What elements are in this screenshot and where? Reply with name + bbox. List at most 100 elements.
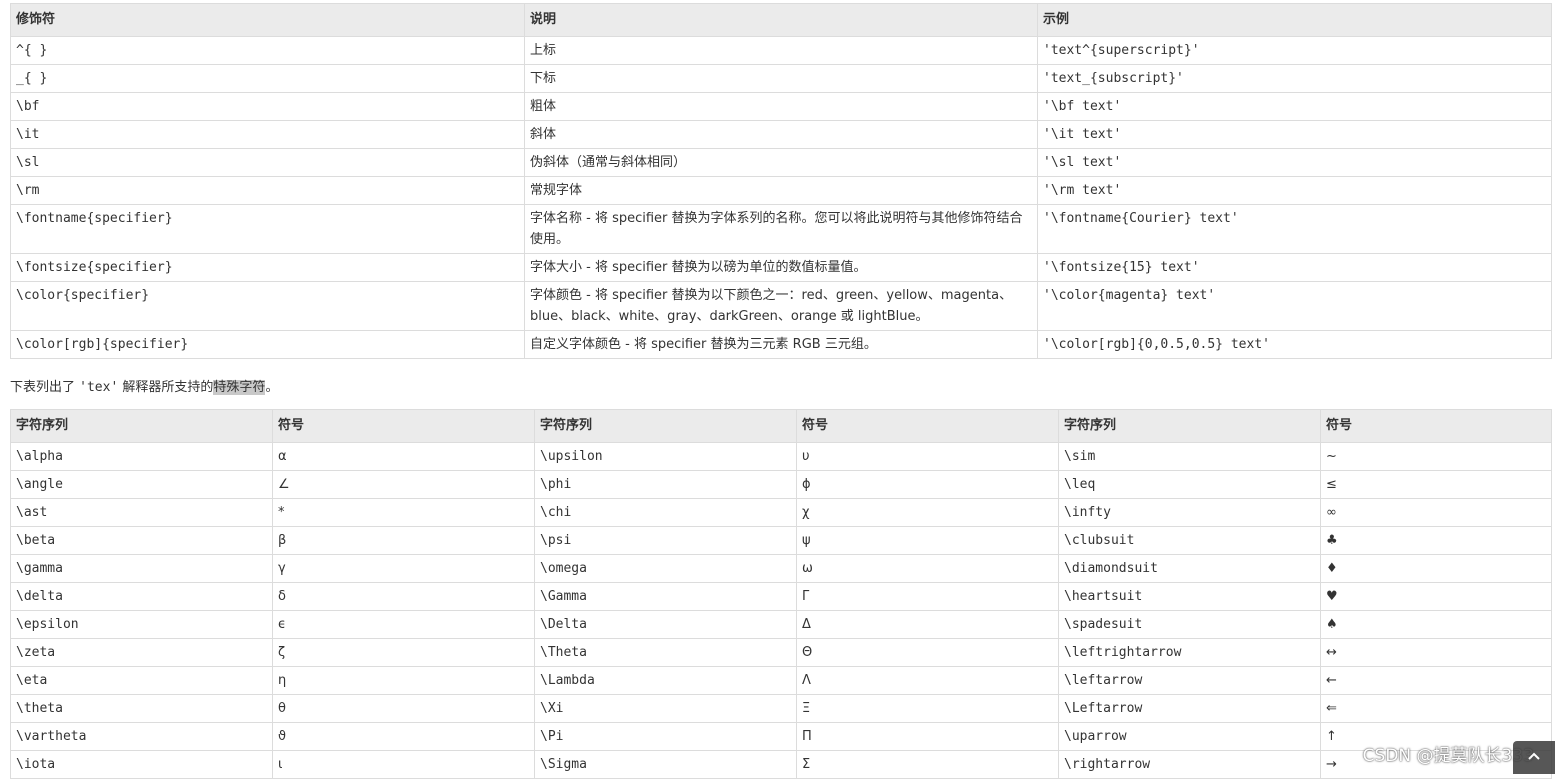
modifier-cell: \sl	[10, 148, 525, 177]
column-header: 修饰符	[10, 3, 525, 37]
column-header: 字符序列	[534, 409, 797, 443]
symbol-cell: Π	[796, 722, 1059, 751]
char-sequence-cell: \Gamma	[534, 582, 797, 611]
char-sequence-cell: \leftarrow	[1058, 666, 1321, 695]
symbol-cell: ∞	[1320, 498, 1552, 527]
modifier-cell: \fontsize{specifier}	[10, 253, 525, 282]
symbol-cell: ♠	[1320, 610, 1552, 639]
char-sequence-cell: \vartheta	[10, 722, 273, 751]
char-sequence-cell: \psi	[534, 526, 797, 555]
char-sequence-cell: \chi	[534, 498, 797, 527]
symbol-cell: ~	[1320, 442, 1552, 471]
char-sequence-cell: \spadesuit	[1058, 610, 1321, 639]
char-sequence-cell: \alpha	[10, 442, 273, 471]
modifier-cell: \rm	[10, 176, 525, 205]
table-row: \epsilon ϵ \Delta Δ \spadesuit ♠	[10, 610, 1552, 639]
table-header-row: 字符序列 符号 字符序列 符号 字符序列 符号	[10, 409, 1552, 443]
symbol-cell: θ	[272, 694, 535, 723]
symbol-cell: Δ	[796, 610, 1059, 639]
column-header: 说明	[524, 3, 1038, 37]
example-cell: '\fontname{Courier} text'	[1037, 204, 1552, 254]
table-row: \alpha α \upsilon υ \sim ~	[10, 442, 1552, 471]
symbol-cell: α	[272, 442, 535, 471]
description-cell: 字体名称 - 将 specifier 替换为字体系列的名称。您可以将此说明符与其…	[524, 204, 1038, 254]
modifier-cell: \it	[10, 120, 525, 149]
char-sequence-cell: \iota	[10, 750, 273, 779]
example-cell: 'text_{subscript}'	[1037, 64, 1552, 93]
char-sequence-cell: \infty	[1058, 498, 1321, 527]
column-header: 符号	[272, 409, 535, 443]
symbol-cell: β	[272, 526, 535, 555]
inline-code: 'tex'	[79, 380, 119, 395]
char-sequence-cell: \Lambda	[534, 666, 797, 695]
char-sequence-cell: \Delta	[534, 610, 797, 639]
description-cell: 字体大小 - 将 specifier 替换为以磅为单位的数值标量值。	[524, 253, 1038, 282]
description-cell: 常规字体	[524, 176, 1038, 205]
char-sequence-cell: \Xi	[534, 694, 797, 723]
description-cell: 下标	[524, 64, 1038, 93]
description-cell: 自定义字体颜色 - 将 specifier 替换为三元素 RGB 三元组。	[524, 330, 1038, 359]
example-cell: '\it text'	[1037, 120, 1552, 149]
table-row: \ast * \chi χ \infty ∞	[10, 498, 1552, 527]
modifier-cell: \fontname{specifier}	[10, 204, 525, 254]
example-cell: '\rm text'	[1037, 176, 1552, 205]
symbol-cell: ≤	[1320, 470, 1552, 499]
modifier-cell: \color[rgb]{specifier}	[10, 330, 525, 359]
table-row: \color{specifier} 字体颜色 - 将 specifier 替换为以…	[10, 281, 1552, 331]
table-row: \sl 伪斜体（通常与斜体相同） '\sl text'	[10, 148, 1552, 177]
symbol-cell: ♥	[1320, 582, 1552, 611]
symbol-cell: ϵ	[272, 610, 535, 639]
char-sequence-cell: \omega	[534, 554, 797, 583]
symbol-cell: δ	[272, 582, 535, 611]
table-row: _{ } 下标'text_{subscript}'	[10, 64, 1552, 93]
char-sequence-cell: \Leftarrow	[1058, 694, 1321, 723]
column-header: 符号	[796, 409, 1059, 443]
highlighted-text: 特殊字符	[213, 380, 266, 395]
symbol-cell: ϑ	[272, 722, 535, 751]
table-row: \delta δ \Gamma Γ \heartsuit ♥	[10, 582, 1552, 611]
char-sequence-cell: \Sigma	[534, 750, 797, 779]
symbol-cell: ψ	[796, 526, 1059, 555]
char-sequence-cell: \leftrightarrow	[1058, 638, 1321, 667]
symbol-cell: χ	[796, 498, 1059, 527]
table-row: \color[rgb]{specifier} 自定义字体颜色 - 将 specif…	[10, 330, 1552, 359]
char-sequence-cell: \Pi	[534, 722, 797, 751]
paragraph-text: 解释器所支持的	[118, 380, 214, 395]
back-to-top-button[interactable]	[1513, 741, 1555, 774]
symbol-cell: ω	[796, 554, 1059, 583]
special-characters-table: 字符序列 符号 字符序列 符号 字符序列 符号 \alpha α \upsilon υ…	[10, 409, 1552, 779]
char-sequence-cell: \clubsuit	[1058, 526, 1321, 555]
symbol-cell: Ξ	[796, 694, 1059, 723]
char-sequence-cell: \Theta	[534, 638, 797, 667]
char-sequence-cell: \eta	[10, 666, 273, 695]
char-sequence-cell: \phi	[534, 470, 797, 499]
column-header: 示例	[1037, 3, 1552, 37]
table-row: \angle ∠ \phi ϕ \leq ≤	[10, 470, 1552, 499]
modifier-cell: ^{ }	[10, 36, 525, 65]
table-row: \it 斜体 '\it text'	[10, 120, 1552, 149]
watermark: CSDN @提莫队长333	[1362, 746, 1534, 766]
table-row: \theta θ \Xi Ξ \Leftarrow ⇐	[10, 694, 1552, 723]
symbol-cell: *	[272, 498, 535, 527]
description-cell: 粗体	[524, 92, 1038, 121]
example-cell: '\fontsize{15} text'	[1037, 253, 1552, 282]
description-cell: 斜体	[524, 120, 1038, 149]
modifier-cell: _{ }	[10, 64, 525, 93]
table-row: \zeta ζ \Theta Θ \leftrightarrow ↔	[10, 638, 1552, 667]
char-sequence-cell: \upsilon	[534, 442, 797, 471]
symbol-cell: ∠	[272, 470, 535, 499]
symbol-cell: ϕ	[796, 470, 1059, 499]
intro-paragraph: 下表列出了 'tex' 解释器所支持的特殊字符。	[10, 376, 278, 400]
symbol-cell: ♣	[1320, 526, 1552, 555]
modifiers-table: 修饰符 说明 示例 ^{ } 上标'text^{superscript}' _{ }…	[10, 3, 1552, 359]
symbol-cell: ⇐	[1320, 694, 1552, 723]
char-sequence-cell: \leq	[1058, 470, 1321, 499]
description-cell: 上标	[524, 36, 1038, 65]
symbol-cell: ζ	[272, 638, 535, 667]
symbol-cell: γ	[272, 554, 535, 583]
example-cell: 'text^{superscript}'	[1037, 36, 1552, 65]
table-row: \fontname{specifier} 字体名称 - 将 specifier 替…	[10, 204, 1552, 254]
paragraph-text: 下表列出了	[10, 380, 80, 395]
example-cell: '\color{magenta} text'	[1037, 281, 1552, 331]
symbol-cell: ♦	[1320, 554, 1552, 583]
